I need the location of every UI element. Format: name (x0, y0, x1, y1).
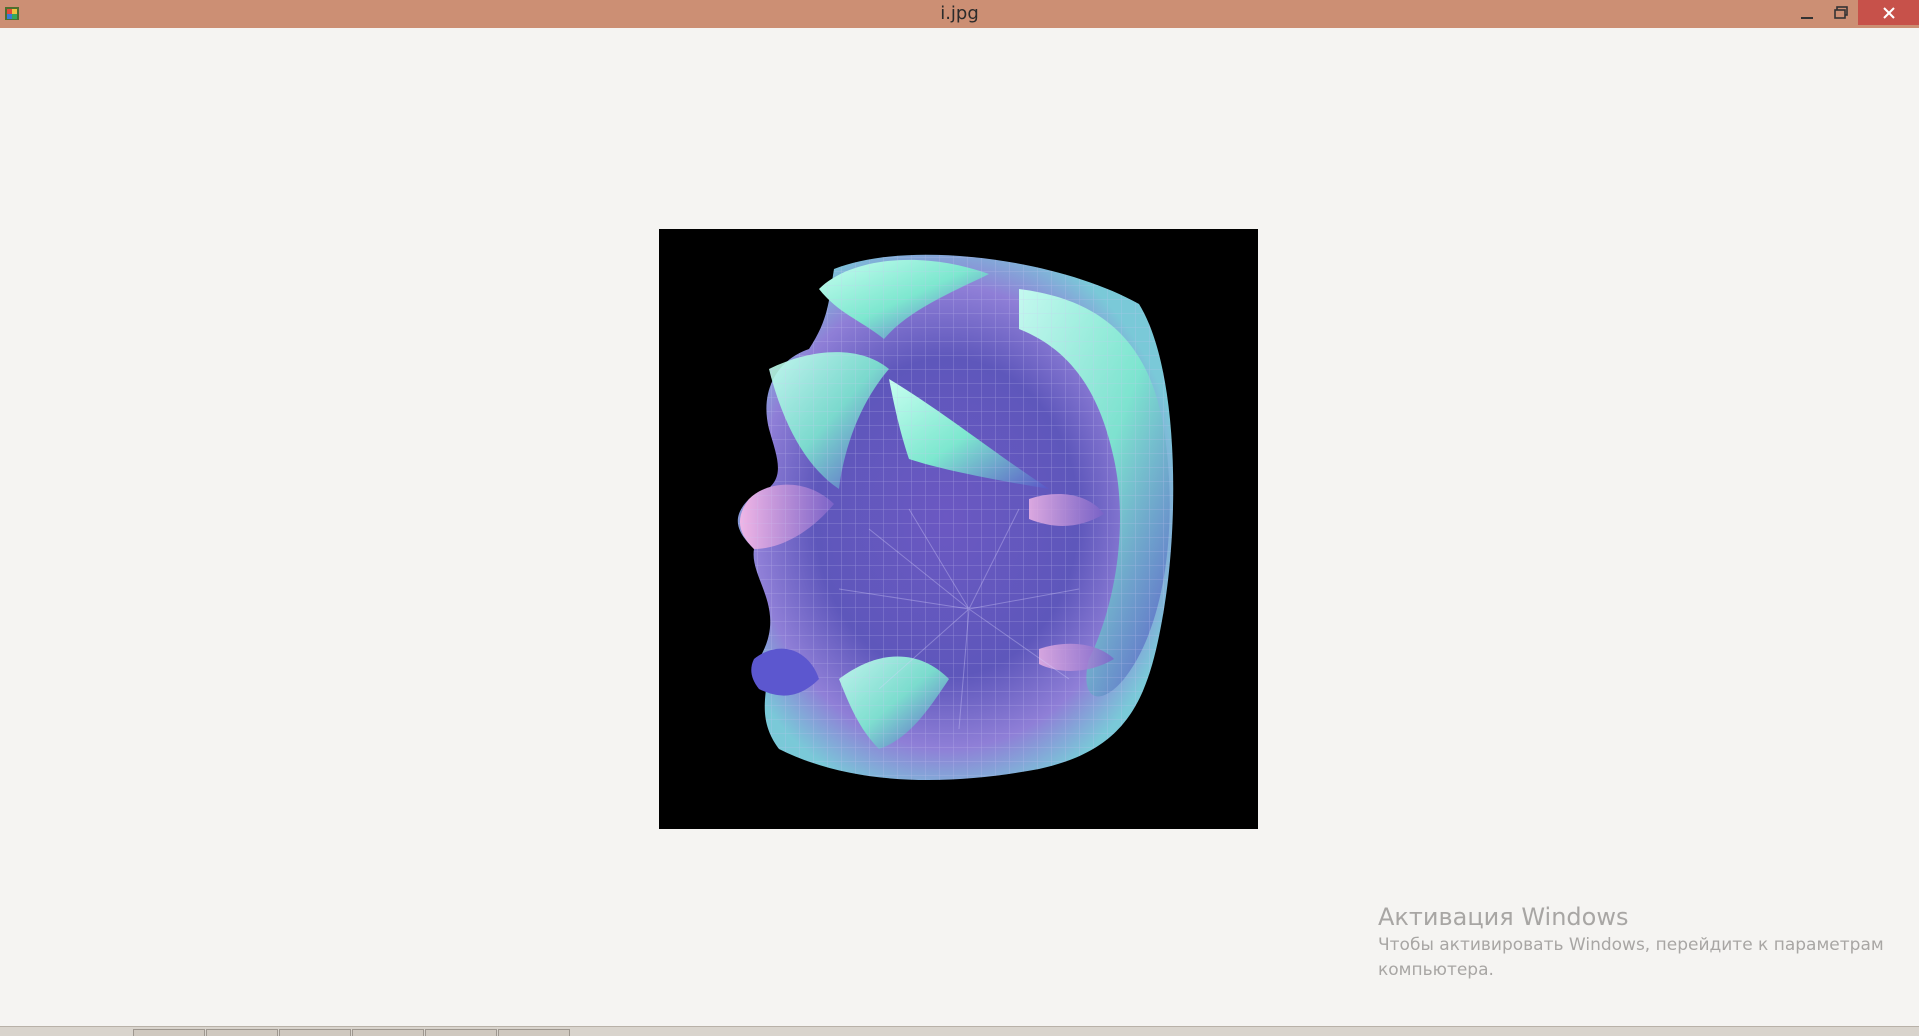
activation-line-2: компьютера. (1378, 960, 1494, 980)
image-canvas[interactable] (659, 229, 1258, 829)
app-icon (5, 7, 19, 20)
maximize-button[interactable] (1824, 0, 1857, 25)
minimize-icon (1800, 16, 1813, 19)
image-viewer-window: i.jpg Активация Windows Чтобы активирова… (0, 0, 1919, 1036)
minimize-button[interactable] (1790, 0, 1823, 25)
windows-activation-watermark: Активация Windows Чтобы активировать Win… (1378, 901, 1884, 983)
title-bar[interactable]: i.jpg (0, 0, 1919, 28)
close-icon (1882, 6, 1895, 19)
close-button[interactable] (1858, 0, 1919, 25)
window-title: i.jpg (940, 3, 979, 24)
activation-line-1: Чтобы активировать Windows, перейдите к … (1378, 935, 1884, 955)
restore-icon (1833, 5, 1848, 19)
surface-rendering (737, 254, 1174, 781)
activation-title: Активация Windows (1378, 903, 1629, 931)
